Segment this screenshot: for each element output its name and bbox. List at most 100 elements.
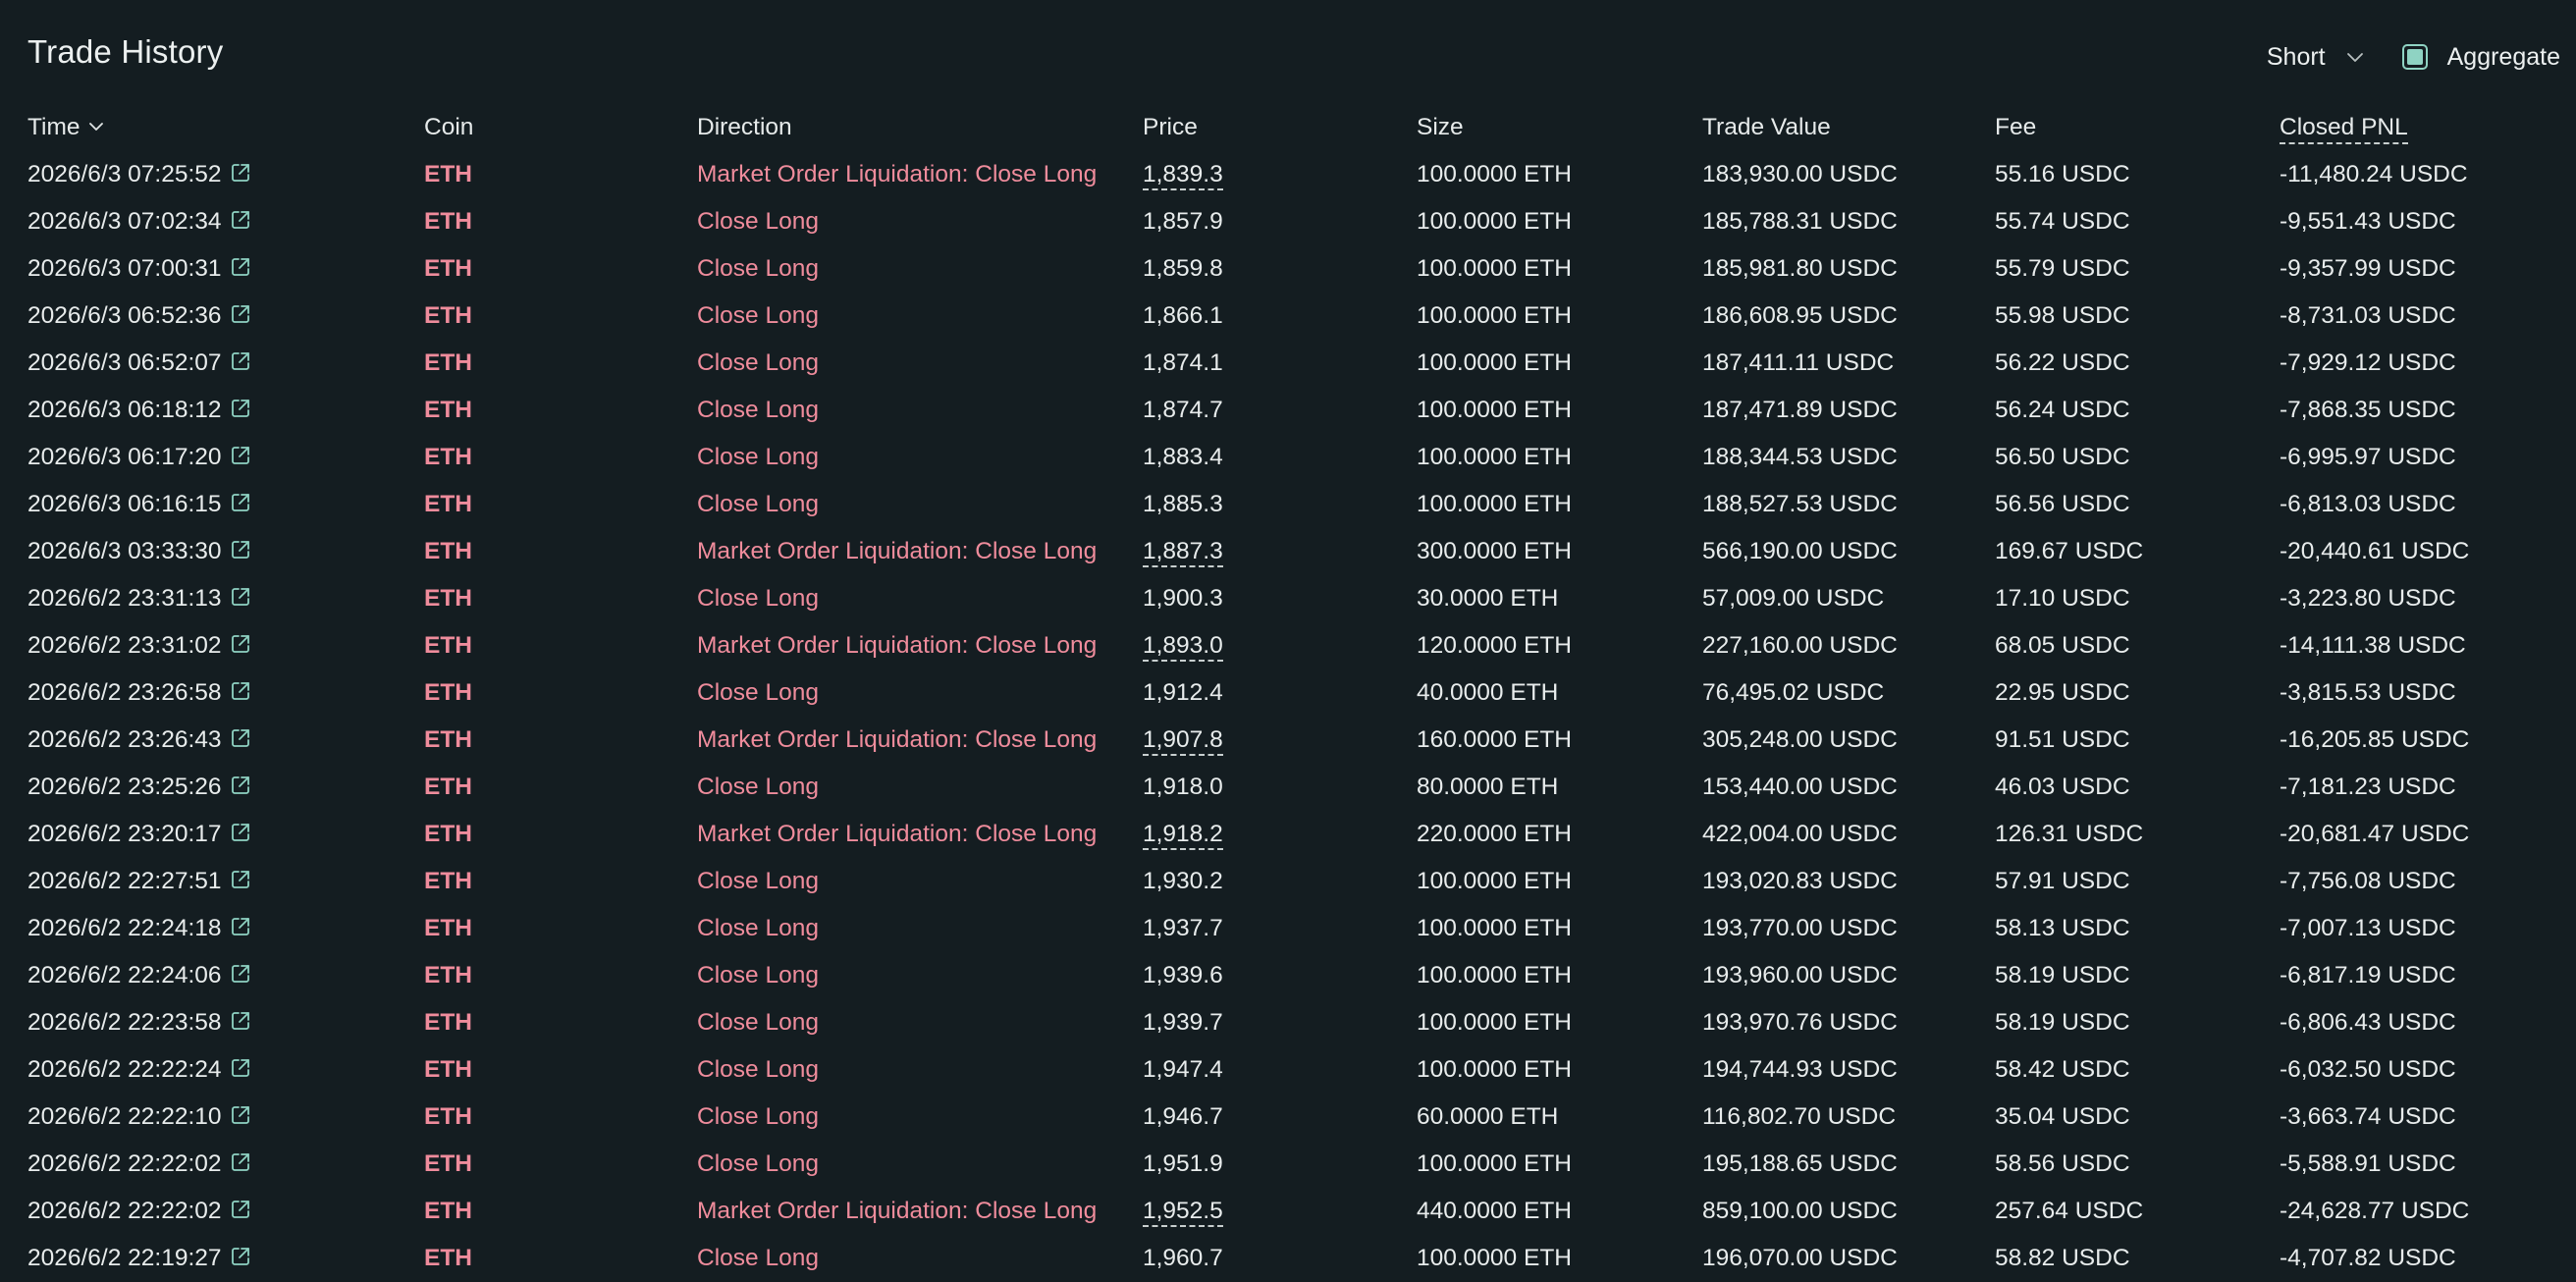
cell-time: 2026/6/2 22:22:10	[27, 1094, 424, 1141]
cell-coin[interactable]: ETH	[424, 151, 697, 198]
cell-coin[interactable]: ETH	[424, 1235, 697, 1282]
cell-price: 1,918.2	[1143, 811, 1417, 858]
column-header-price[interactable]: Price	[1143, 104, 1417, 151]
cell-closed-pnl: -7,929.12 USDC	[2280, 349, 2456, 376]
trade-time: 2026/6/2 23:25:26	[27, 774, 222, 800]
column-header-direction[interactable]: Direction	[697, 104, 1143, 151]
cell-fee: 35.04 USDC	[1995, 1103, 2130, 1130]
trade-price: 1,885.3	[1143, 491, 1223, 517]
external-link-icon[interactable]	[230, 633, 251, 655]
cell-coin[interactable]: ETH	[424, 340, 697, 387]
trade-time: 2026/6/2 22:27:51	[27, 868, 222, 894]
cell-trade-value: 187,411.11 USDC	[1702, 349, 1895, 376]
cell-closed-pnl: -4,707.82 USDC	[2280, 1245, 2456, 1271]
cell-direction: Market Order Liquidation: Close Long	[697, 821, 1098, 847]
external-link-icon[interactable]	[230, 963, 251, 985]
cell-time: 2026/6/3 06:18:12	[27, 387, 424, 434]
trade-price[interactable]: 1,887.3	[1143, 538, 1223, 567]
external-link-icon[interactable]	[230, 916, 251, 937]
external-link-icon[interactable]	[230, 162, 251, 184]
trade-price[interactable]: 1,839.3	[1143, 161, 1223, 190]
cell-coin[interactable]: ETH	[424, 245, 697, 293]
cell-trade-value: 183,930.00 USDC	[1702, 161, 1898, 187]
cell-coin[interactable]: ETH	[424, 198, 697, 245]
direction-filter-dropdown[interactable]: Short	[2267, 43, 2367, 72]
cell-price: 1,930.2	[1143, 858, 1417, 905]
cell-coin[interactable]: ETH	[424, 434, 697, 481]
cell-price: 1,939.7	[1143, 999, 1417, 1046]
cell-size: 100.0000 ETH	[1417, 397, 1572, 423]
column-header-trade-value[interactable]: Trade Value	[1702, 104, 1995, 151]
external-link-icon[interactable]	[230, 209, 251, 231]
external-link-icon[interactable]	[230, 445, 251, 466]
external-link-icon[interactable]	[230, 775, 251, 796]
cell-coin[interactable]: ETH	[424, 952, 697, 999]
cell-time: 2026/6/2 22:27:51	[27, 858, 424, 905]
column-header-closed-pnl[interactable]: Closed PNL	[2280, 104, 2560, 151]
table-row: 2026/6/3 07:00:31 ETH Close Long 1,859.8 100…	[27, 245, 2560, 293]
table-row: 2026/6/3 06:18:12 ETH Close Long 1,874.7 100…	[27, 387, 2560, 434]
external-link-icon[interactable]	[230, 303, 251, 325]
cell-coin[interactable]: ETH	[424, 858, 697, 905]
column-header-time[interactable]: Time	[27, 104, 424, 151]
cell-closed-pnl: -11,480.24 USDC	[2280, 161, 2468, 187]
cell-coin[interactable]: ETH	[424, 811, 697, 858]
aggregate-checkbox[interactable]	[2401, 44, 2428, 70]
cell-coin[interactable]: ETH	[424, 387, 697, 434]
column-header-coin[interactable]: Coin	[424, 104, 697, 151]
cell-coin[interactable]: ETH	[424, 999, 697, 1046]
external-link-icon[interactable]	[230, 539, 251, 561]
cell-time: 2026/6/3 06:52:36	[27, 293, 424, 340]
cell-coin[interactable]: ETH	[424, 1141, 697, 1188]
external-link-icon[interactable]	[230, 1151, 251, 1173]
external-link-icon[interactable]	[230, 350, 251, 372]
cell-coin[interactable]: ETH	[424, 528, 697, 575]
trade-time: 2026/6/2 23:20:17	[27, 821, 222, 847]
cell-coin[interactable]: ETH	[424, 1046, 697, 1094]
cell-coin[interactable]: ETH	[424, 1094, 697, 1141]
trade-time: 2026/6/2 23:26:58	[27, 679, 222, 706]
external-link-icon[interactable]	[230, 1246, 251, 1267]
cell-coin[interactable]: ETH	[424, 481, 697, 528]
external-link-icon[interactable]	[230, 727, 251, 749]
external-link-icon[interactable]	[230, 586, 251, 608]
external-link-icon[interactable]	[230, 1104, 251, 1126]
trade-price[interactable]: 1,907.8	[1143, 726, 1223, 756]
trade-time: 2026/6/2 22:22:10	[27, 1103, 222, 1130]
cell-coin[interactable]: ETH	[424, 764, 697, 811]
external-link-icon[interactable]	[230, 822, 251, 843]
cell-coin[interactable]: ETH	[424, 669, 697, 717]
external-link-icon[interactable]	[230, 492, 251, 513]
column-header-fee[interactable]: Fee	[1995, 104, 2280, 151]
external-link-icon[interactable]	[230, 1057, 251, 1079]
cell-coin[interactable]: ETH	[424, 905, 697, 952]
trade-time: 2026/6/2 23:26:43	[27, 726, 222, 753]
page-title: Trade History	[27, 33, 224, 70]
cell-coin[interactable]: ETH	[424, 575, 697, 622]
cell-trade-value: 422,004.00 USDC	[1702, 821, 1898, 847]
cell-coin[interactable]: ETH	[424, 1188, 697, 1235]
external-link-icon[interactable]	[230, 869, 251, 890]
cell-fee: 58.56 USDC	[1995, 1150, 2130, 1177]
trade-price[interactable]: 1,918.2	[1143, 821, 1223, 850]
external-link-icon[interactable]	[230, 680, 251, 702]
cell-direction: Close Long	[697, 208, 819, 235]
external-link-icon[interactable]	[230, 1199, 251, 1220]
cell-time: 2026/6/3 06:17:20	[27, 434, 424, 481]
cell-time: 2026/6/3 07:00:31	[27, 245, 424, 293]
trade-price: 1,866.1	[1143, 302, 1223, 329]
trade-price: 1,947.4	[1143, 1056, 1223, 1083]
trade-price[interactable]: 1,893.0	[1143, 632, 1223, 662]
column-header-size[interactable]: Size	[1417, 104, 1702, 151]
cell-coin[interactable]: ETH	[424, 717, 697, 764]
cell-coin[interactable]: ETH	[424, 293, 697, 340]
external-link-icon[interactable]	[230, 1010, 251, 1032]
cell-coin[interactable]: ETH	[424, 622, 697, 669]
trade-price[interactable]: 1,952.5	[1143, 1198, 1223, 1227]
external-link-icon[interactable]	[230, 398, 251, 419]
cell-size: 100.0000 ETH	[1417, 161, 1572, 187]
cell-direction: Close Long	[697, 868, 819, 894]
cell-direction: Close Long	[697, 585, 819, 612]
external-link-icon[interactable]	[230, 256, 251, 278]
aggregate-toggle[interactable]: Aggregate	[2401, 43, 2560, 72]
